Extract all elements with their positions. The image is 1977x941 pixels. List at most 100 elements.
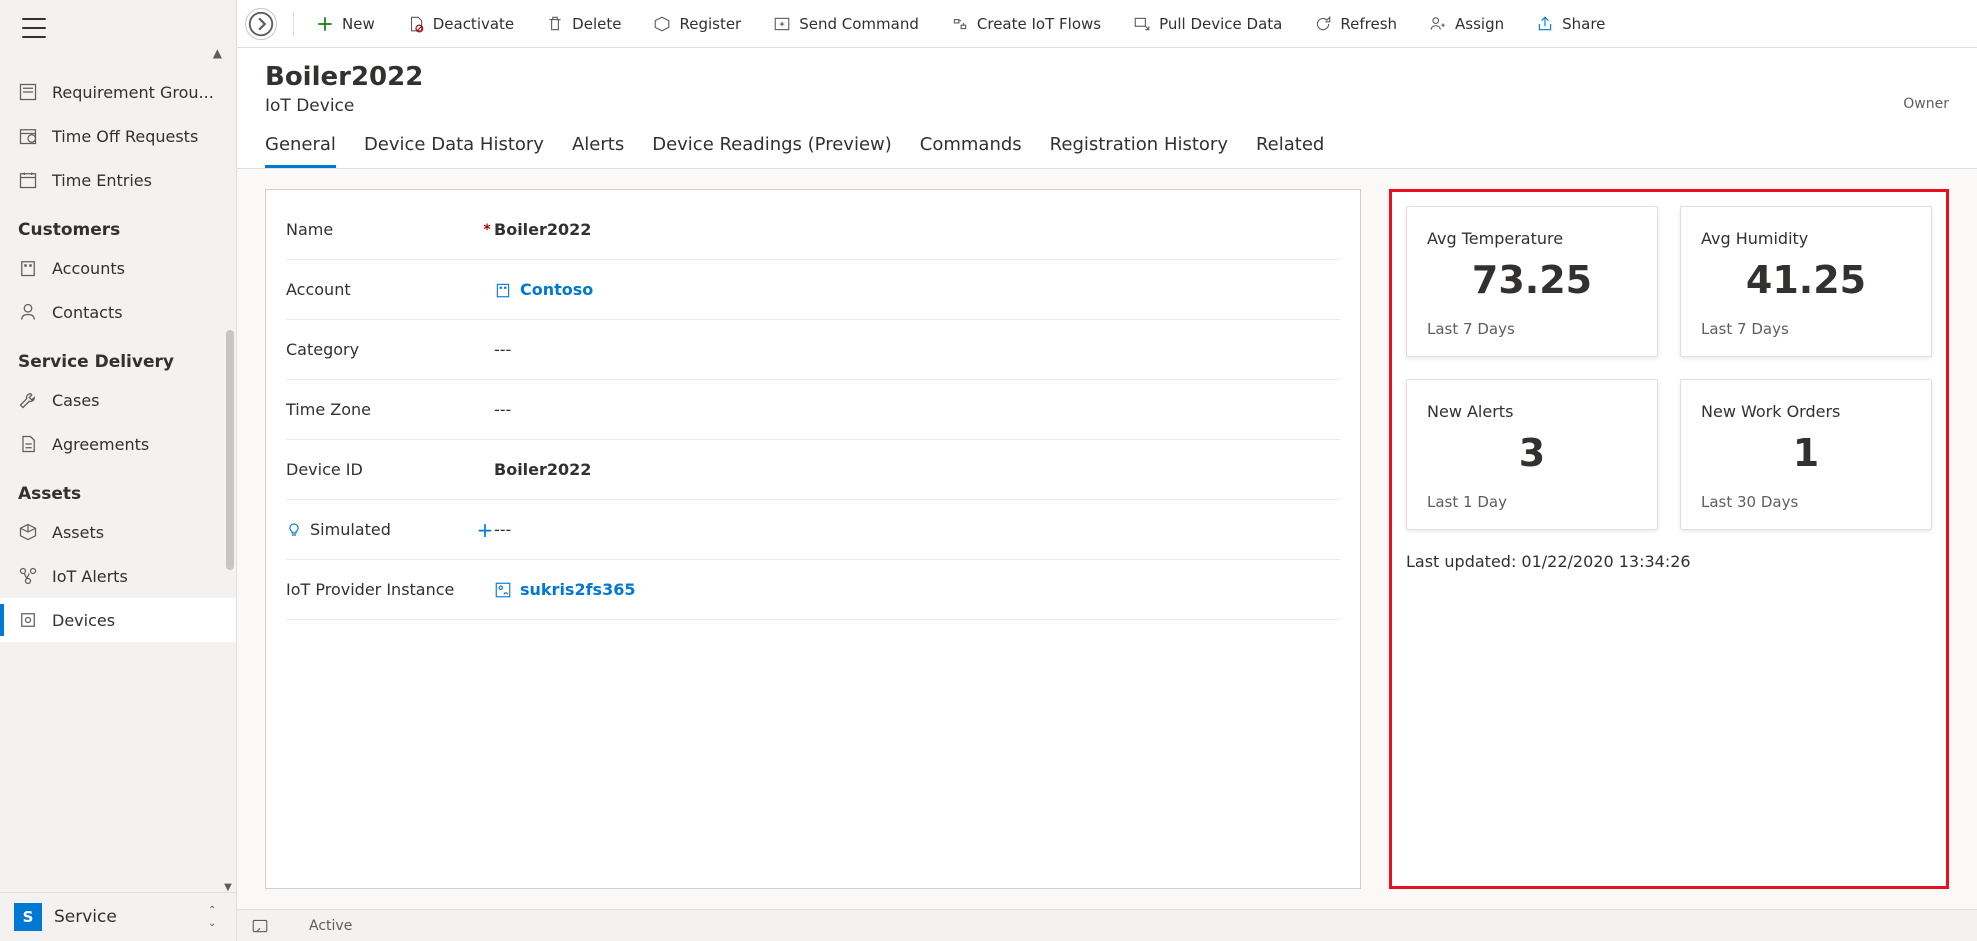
tab[interactable]: General — [265, 134, 336, 168]
owner-label: Owner — [1903, 62, 1949, 112]
cmd-label: Delete — [572, 15, 621, 33]
field-value[interactable]: --- — [494, 340, 1340, 359]
sidebar-item-label: Time Entries — [52, 171, 152, 190]
tab[interactable]: Registration History — [1050, 134, 1228, 168]
cmd-pull-device-data[interactable]: Pull Device Data — [1119, 9, 1296, 39]
metric-card[interactable]: Avg Humidity41.25Last 7 Days — [1680, 206, 1932, 357]
sidebar-item[interactable]: Contacts — [0, 290, 236, 334]
area-switcher-icon[interactable]: ⌃⌄ — [208, 905, 222, 929]
last-updated: Last updated: 01/22/2020 13:34:26 — [1406, 552, 1932, 571]
field-value[interactable]: --- — [494, 520, 1340, 539]
field-label-text: Account — [286, 280, 351, 299]
back-button[interactable] — [245, 8, 277, 40]
field-row: Device IDBoiler2022 — [286, 440, 1340, 500]
service-label: Service — [54, 907, 196, 927]
deactivate-icon — [407, 15, 425, 33]
tab[interactable]: Device Readings (Preview) — [652, 134, 892, 168]
nav-group-header: Customers — [0, 202, 236, 246]
card-value: 73.25 — [1427, 258, 1637, 302]
scrollbar-thumb[interactable] — [226, 330, 234, 570]
card-subtitle: Last 7 Days — [1427, 320, 1637, 338]
cmd-assign[interactable]: Assign — [1415, 9, 1518, 39]
tab[interactable]: Related — [1256, 134, 1324, 168]
card-value: 1 — [1701, 431, 1911, 475]
field-value[interactable]: Contoso — [494, 280, 1340, 299]
card-title: New Work Orders — [1701, 402, 1911, 421]
content-area: Name*Boiler2022AccountContosoCategory---… — [237, 169, 1977, 909]
sidebar-item[interactable]: Agreements — [0, 422, 236, 466]
status-bar: Active — [237, 909, 1977, 941]
sidebar-item[interactable]: Devices — [0, 598, 236, 642]
sidebar-item-label: Contacts — [52, 303, 123, 322]
dashboard-panel: Avg Temperature 73.25 Last 7 Days Avg Humid… — [1389, 189, 1949, 889]
sidebar-item[interactable]: Accounts — [0, 246, 236, 290]
provider-icon — [494, 581, 512, 599]
sidebar-item[interactable]: Cases — [0, 378, 236, 422]
sidebar: ▲ Requirement Grou... Time Off Requests Ti… — [0, 0, 236, 941]
scroll-up-icon[interactable]: ▲ — [0, 46, 236, 60]
field-label-text: Simulated — [310, 520, 391, 539]
sidebar-item[interactable]: Requirement Grou... — [0, 70, 236, 114]
field-row: Simulated +--- — [286, 500, 1340, 560]
card-subtitle: Last 1 Day — [1427, 493, 1637, 511]
nav-group-header: Service Delivery — [0, 334, 236, 378]
share-icon — [1536, 15, 1554, 33]
sidebar-item-label: Requirement Grou... — [52, 83, 214, 102]
plus-icon — [316, 15, 334, 33]
form-panel: Name*Boiler2022AccountContosoCategory---… — [265, 189, 1361, 889]
field-value[interactable]: Boiler2022 — [494, 220, 1340, 239]
cmd-label: Refresh — [1340, 15, 1397, 33]
cmd-share[interactable]: Share — [1522, 9, 1619, 39]
sidebar-item[interactable]: Time Entries — [0, 158, 236, 202]
cmd-new[interactable]: New — [302, 9, 389, 39]
card-title: New Alerts — [1427, 402, 1637, 421]
divider — [293, 12, 294, 36]
cmd-refresh[interactable]: Refresh — [1300, 9, 1411, 39]
sidebar-item[interactable]: Time Off Requests — [0, 114, 236, 158]
cmd-create-iot-flows[interactable]: Create IoT Flows — [937, 9, 1115, 39]
assign-icon — [1429, 15, 1447, 33]
document-icon — [18, 434, 38, 454]
sidebar-item[interactable]: Assets — [0, 510, 236, 554]
tab[interactable]: Device Data History — [364, 134, 544, 168]
page-subtitle: IoT Device — [265, 96, 423, 116]
cmd-label: New — [342, 15, 375, 33]
field-row: Category--- — [286, 320, 1340, 380]
required-icon: * — [483, 222, 490, 238]
cmd-deactivate[interactable]: Deactivate — [393, 9, 528, 39]
sidebar-item[interactable]: IoT Alerts — [0, 554, 236, 598]
send-icon — [773, 15, 791, 33]
wrench-icon — [18, 390, 38, 410]
cmd-label: Create IoT Flows — [977, 15, 1101, 33]
field-row: Time Zone --- — [286, 380, 1340, 440]
field-row: IoT Provider Instancesukris2fs365 — [286, 560, 1340, 620]
field-value[interactable]: sukris2fs365 — [494, 580, 1340, 599]
field-label-text: Time Zone — [286, 400, 371, 419]
tab[interactable]: Commands — [920, 134, 1022, 168]
sidebar-item-label: Cases — [52, 391, 100, 410]
sidebar-footer[interactable]: S Service ⌃⌄ — [0, 892, 236, 941]
metric-card[interactable]: Avg Temperature 73.25 Last 7 Days — [1406, 206, 1658, 357]
sidebar-item-label: Accounts — [52, 259, 125, 278]
lock-icon: + — [477, 518, 494, 542]
building-icon — [494, 281, 512, 299]
cmd-register[interactable]: Register — [639, 9, 755, 39]
tab[interactable]: Alerts — [572, 134, 624, 168]
sidebar-item-label: Agreements — [52, 435, 149, 454]
status-icon — [251, 917, 269, 935]
cmd-send-command[interactable]: Send Command — [759, 9, 933, 39]
card-title: Avg Temperature — [1427, 229, 1637, 248]
field-value[interactable]: Boiler2022 — [494, 460, 1340, 479]
scroll-down-icon[interactable]: ▼ — [222, 881, 234, 893]
cube-icon — [18, 522, 38, 542]
cmd-label: Send Command — [799, 15, 919, 33]
cmd-label: Share — [1562, 15, 1605, 33]
metric-card[interactable]: New Work Orders1Last 30 Days — [1680, 379, 1932, 530]
menu-toggle[interactable] — [22, 18, 46, 38]
sidebar-item-label: Time Off Requests — [52, 127, 198, 146]
metric-card[interactable]: New Alerts3Last 1 Day — [1406, 379, 1658, 530]
service-badge: S — [14, 903, 42, 931]
bulb-icon — [286, 522, 302, 538]
cmd-delete[interactable]: Delete — [532, 9, 635, 39]
field-value[interactable]: --- — [494, 400, 1340, 419]
